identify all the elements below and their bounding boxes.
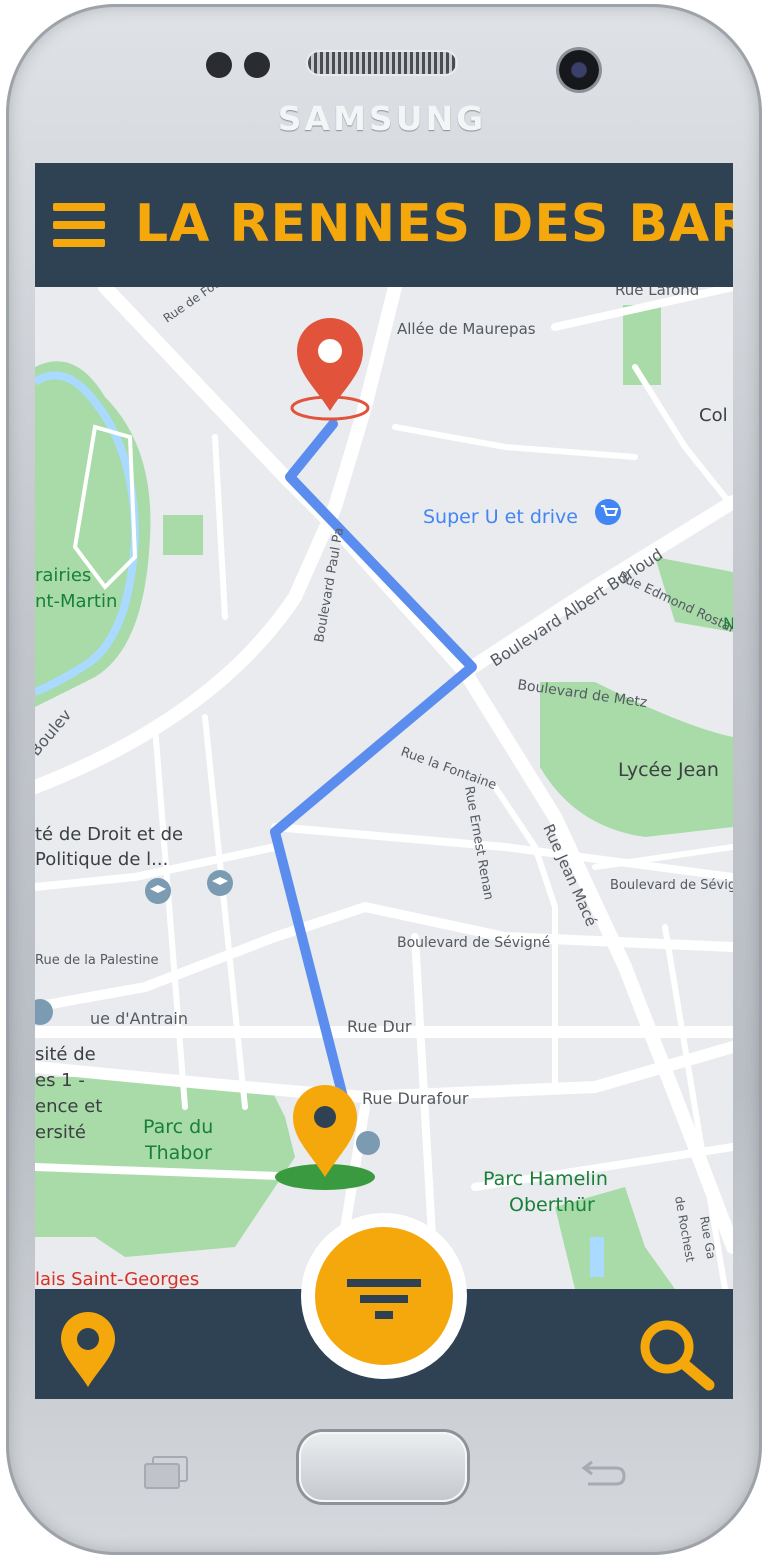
place-label: es 1 - xyxy=(35,1070,85,1091)
university-icon xyxy=(145,878,171,904)
front-camera xyxy=(559,50,599,90)
back-button[interactable] xyxy=(578,1454,630,1488)
place-label: nt-Martin xyxy=(35,591,117,612)
street-label: Rue Durafour xyxy=(362,1089,469,1108)
menu-icon[interactable] xyxy=(53,203,105,247)
place-label: té de Droit et de xyxy=(35,824,183,845)
place-label: ersité xyxy=(35,1122,86,1143)
street-label: Boulevard de Sévigné xyxy=(397,935,550,951)
filter-icon xyxy=(347,1279,421,1319)
place-label: rairies xyxy=(35,565,91,586)
place-label: ence et xyxy=(35,1096,102,1117)
place-label: Parc Hamelin xyxy=(483,1168,608,1190)
street-label: Allée de Maurepas xyxy=(397,320,536,338)
street-label: Rue de la Palestine xyxy=(35,953,158,968)
filter-button[interactable] xyxy=(315,1227,453,1365)
place-label: Col xyxy=(699,405,728,426)
place-label: Thabor xyxy=(144,1142,212,1164)
shopping-cart-icon xyxy=(595,499,621,525)
pond xyxy=(590,1237,604,1277)
place-label: Politique de l... xyxy=(35,849,168,870)
recent-apps-button[interactable] xyxy=(144,1456,188,1489)
location-pin-icon[interactable] xyxy=(57,1311,119,1389)
place-label: Oberthür xyxy=(509,1194,595,1216)
place-label: Super U et drive xyxy=(423,506,578,528)
park-small xyxy=(163,515,203,555)
app-title: LA RENNES DES BARS xyxy=(135,194,733,254)
home-button[interactable] xyxy=(299,1432,467,1502)
street-label: ue d'Antrain xyxy=(90,1009,188,1028)
map-marker-icon xyxy=(356,1131,380,1155)
place-label: Parc du xyxy=(143,1116,213,1138)
place-label: lais Saint-Georges xyxy=(35,1269,199,1289)
search-icon[interactable] xyxy=(637,1317,717,1391)
brand-logo: SAMSUNG xyxy=(277,99,487,138)
university-icon xyxy=(207,870,233,896)
speaker-grille xyxy=(308,52,456,74)
street-label: Boulevard de Sévigné xyxy=(610,878,733,893)
place-label: N xyxy=(723,614,733,633)
map-canvas[interactable]: Allée de Maurepas Rue Lafond Rue de Foug… xyxy=(35,257,733,1294)
street-label: Rue Dur xyxy=(347,1017,412,1036)
app-screen: LA RENNES DES BARS Allée de Maurepas Rue… xyxy=(35,163,733,1399)
sensor-dots xyxy=(206,50,276,80)
filter-fab xyxy=(301,1213,467,1379)
app-header: LA RENNES DES BARS xyxy=(35,163,733,287)
street-label: Rue Lafond xyxy=(615,287,699,299)
place-label: sité de xyxy=(35,1044,96,1065)
map-view[interactable]: Allée de Maurepas Rue Lafond Rue de Foug… xyxy=(35,257,733,1294)
place-label: Lycée Jean xyxy=(618,759,719,781)
